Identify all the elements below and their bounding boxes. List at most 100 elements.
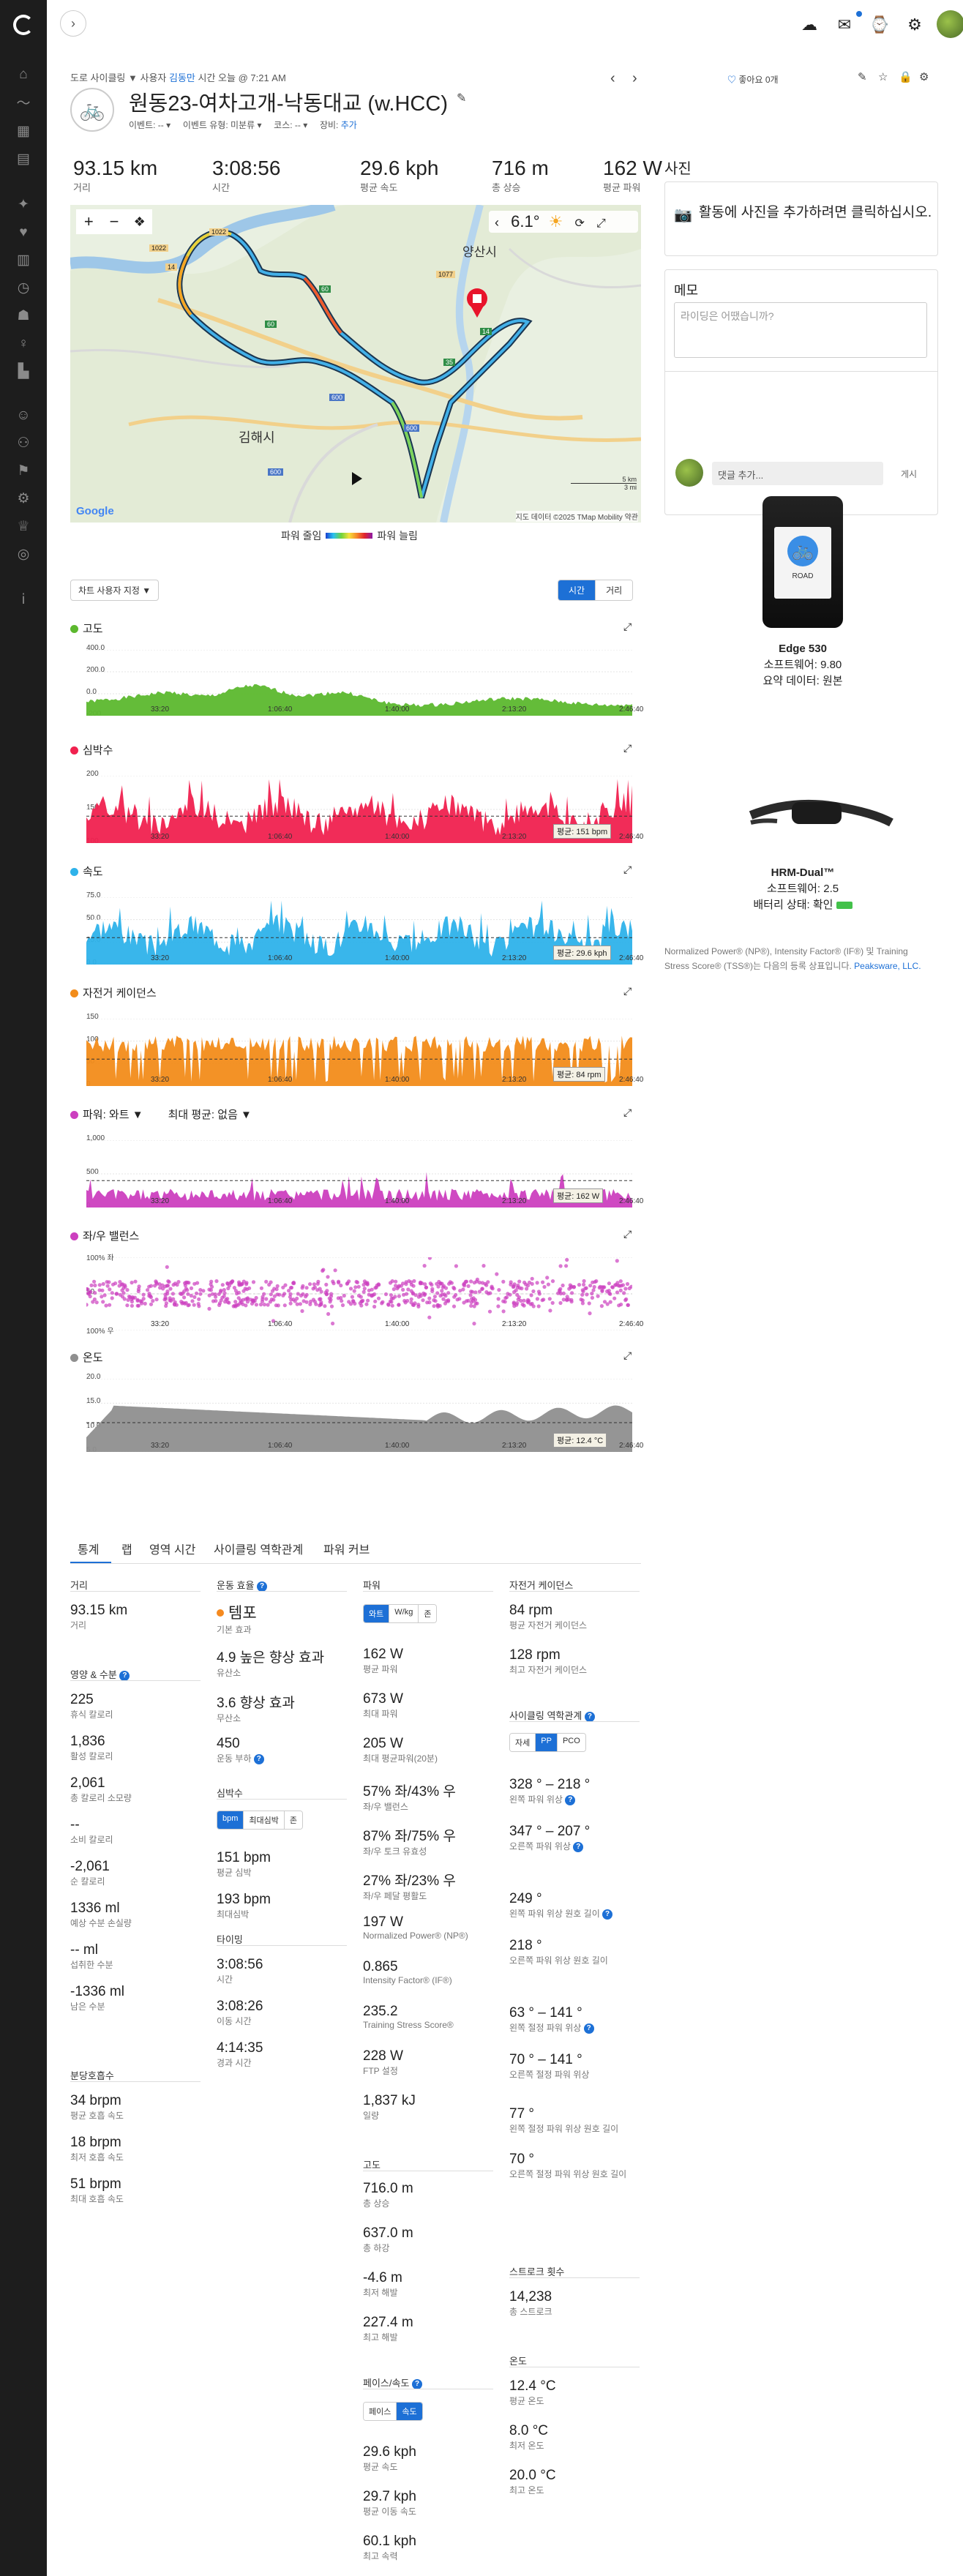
expand-chart-icon[interactable]: ⤢ <box>623 985 632 997</box>
chart-cadence[interactable]: 자전거 케이던스⤢15010050033:201:06:401:40:002:1… <box>70 985 643 1102</box>
help-icon[interactable]: ? <box>412 2379 423 2389</box>
customize-charts-dropdown[interactable]: 차트 사용자 지정 ▼ <box>70 580 160 601</box>
layers-icon[interactable]: ❖ <box>127 209 152 234</box>
badges-icon[interactable]: ⚙ <box>15 490 32 508</box>
help-icon[interactable]: ? <box>257 1581 268 1592</box>
insights-icon[interactable]: ♀ <box>15 335 32 353</box>
segment-button[interactable]: bpm <box>217 1811 244 1829</box>
chart-speed[interactable]: 속도⤢75.050.025.00.033:201:06:401:40:002:1… <box>70 864 643 981</box>
info-icon[interactable]: ⅰ <box>15 591 32 609</box>
chart-temperature[interactable]: 온도⤢20.015.010.05.033:201:06:401:40:002:1… <box>70 1349 643 1467</box>
chart-title-text[interactable]: 온도 <box>83 1352 103 1364</box>
help-icon[interactable]: ? <box>573 1842 584 1852</box>
tab-stats[interactable]: 통계 <box>78 1540 99 1557</box>
gear-icon[interactable]: ⚙ <box>919 70 929 83</box>
device2-name[interactable]: HRM-Dual™ <box>705 865 900 881</box>
reports-icon[interactable]: ▙ <box>15 363 32 381</box>
zoom-in-button[interactable]: + <box>76 209 102 234</box>
chart-title-text[interactable]: 자전거 케이던스 <box>83 987 157 1000</box>
distance-axis-button[interactable]: 거리 <box>596 580 633 600</box>
expand-chart-icon[interactable]: ⤢ <box>623 621 632 633</box>
segment-button[interactable]: PP <box>536 1734 558 1751</box>
memo-textarea[interactable]: 라이딩은 어땠습니까? <box>674 302 927 358</box>
connections-icon[interactable]: ☺ <box>15 407 32 424</box>
home-icon[interactable]: ⌂ <box>15 66 32 83</box>
tab-cycling-dynamics[interactable]: 사이클링 역학관계 <box>214 1540 303 1557</box>
chart-power[interactable]: 파워: 와트 ▼최대 평균: 없음 ▼⤢1,000500033:201:06:4… <box>70 1107 643 1224</box>
device-icon[interactable]: ⌚ <box>868 13 891 37</box>
user-name-link[interactable]: 김동만 <box>169 72 195 83</box>
device1-name[interactable]: Edge 530 <box>705 641 900 657</box>
training-icon[interactable]: ✦ <box>15 196 32 214</box>
chart-title-text[interactable]: 고도 <box>83 623 103 635</box>
map-attribution[interactable]: 지도 데이터 ©2025 TMap Mobility 약관 <box>515 511 638 522</box>
segment-button[interactable]: 자세 <box>510 1734 536 1751</box>
activity-type-dropdown[interactable]: 도로 사이클링 ▼ <box>70 72 138 83</box>
chart-heart[interactable]: 심박수⤢20015010033:201:06:401:40:002:13:202… <box>70 742 643 859</box>
lock-icon[interactable]: 🔒 <box>899 70 913 83</box>
newsfeed-icon[interactable]: ▤ <box>15 151 32 168</box>
chart-title-text[interactable]: 파워: 와트 ▼ <box>83 1109 143 1121</box>
chart-title-text[interactable]: 좌/우 밸런스 <box>83 1230 139 1243</box>
chart-title-text[interactable]: 심박수 <box>83 744 113 757</box>
gear-stats-icon[interactable]: ⚑ <box>15 463 32 480</box>
tab-power-curve[interactable]: 파워 커브 <box>323 1540 370 1557</box>
comment-input[interactable]: 댓글 추가... <box>712 462 883 485</box>
upload-icon[interactable]: ☁ <box>798 13 821 37</box>
segment-button[interactable]: W/kg <box>389 1605 419 1622</box>
timer-icon[interactable]: ◷ <box>15 280 32 297</box>
health-icon[interactable]: ♥ <box>15 224 32 242</box>
tab-time-in-zones[interactable]: 영역 시간 <box>149 1540 195 1557</box>
expand-chart-icon[interactable]: ⤢ <box>623 1107 632 1119</box>
inbox-icon[interactable]: ✉ <box>833 13 856 37</box>
segment-button[interactable]: 존 <box>419 1605 437 1622</box>
tab-laps[interactable]: 랩 <box>121 1540 132 1557</box>
fullscreen-icon[interactable]: ⤢ <box>596 217 606 230</box>
avatar[interactable] <box>937 10 963 38</box>
help-icon[interactable]: ? <box>565 1795 576 1805</box>
star-icon[interactable]: ☆ <box>878 70 888 83</box>
post-comment-button[interactable]: 게시 <box>901 468 917 480</box>
likes[interactable]: ♡ 좋아요 0개 <box>727 73 779 86</box>
help-icon[interactable]: ? <box>583 2023 594 2034</box>
play-icon[interactable] <box>352 472 362 485</box>
calendar-icon[interactable]: ▦ <box>15 123 32 141</box>
equipment-add-link[interactable]: 추가 <box>341 120 357 130</box>
chevron-left-icon[interactable]: ‹ <box>495 215 499 230</box>
event-type-dropdown[interactable]: 이벤트 유형: 미분류 <box>183 120 255 130</box>
help-icon[interactable]: ? <box>119 1671 130 1681</box>
refresh-icon[interactable]: ⟳ <box>575 217 585 230</box>
garmin-logo-icon[interactable] <box>13 15 34 35</box>
segment-button[interactable]: 와트 <box>364 1605 390 1622</box>
segment-button[interactable]: 존 <box>284 1811 303 1829</box>
stats-icon[interactable]: ▥ <box>15 252 32 269</box>
next-activity-icon[interactable]: › <box>632 70 637 87</box>
trophy-icon[interactable]: ♕ <box>15 518 32 536</box>
prev-activity-icon[interactable]: ‹ <box>610 70 615 87</box>
chart-plot[interactable] <box>86 1257 632 1330</box>
course-dropdown[interactable]: 코스: -- <box>274 120 301 130</box>
settings-icon[interactable]: ⚙ <box>903 13 926 37</box>
time-axis-button[interactable]: 시간 <box>558 580 596 600</box>
event-dropdown[interactable]: 이벤트: -- <box>129 120 164 130</box>
activity-title[interactable]: 원동23-여차고개-낙동대교 (w.HCC) <box>129 86 448 117</box>
segment-button[interactable]: 페이스 <box>364 2403 397 2420</box>
edit-title-icon[interactable]: ✎ <box>457 91 466 105</box>
chart-plot[interactable] <box>86 1379 632 1452</box>
peaksware-link[interactable]: Peaksware, LLC. <box>854 961 921 971</box>
chart-balance[interactable]: 좌/우 밸런스⤢100% 좌50100% 우33:201:06:401:40:0… <box>70 1228 643 1345</box>
edit-icon[interactable]: ✎ <box>858 70 867 83</box>
help-icon[interactable]: ? <box>584 1712 595 1722</box>
route-map[interactable]: + − ❖ ‹ 6.1° ☀ ⟳ ⤢ 양산시 김해시 1022 1077 102… <box>70 205 641 523</box>
target-icon[interactable]: ◎ <box>15 546 32 564</box>
segment-button[interactable]: 속도 <box>397 2403 422 2420</box>
zoom-out-button[interactable]: − <box>102 209 127 234</box>
expand-chart-icon[interactable]: ⤢ <box>623 1349 632 1362</box>
chart-subtitle[interactable]: 최대 평균: 없음 ▼ <box>168 1109 252 1121</box>
groups-icon[interactable]: ⚇ <box>15 435 32 452</box>
chart-elevation[interactable]: 고도⤢400.0200.00.0-20033:201:06:401:40:002… <box>70 621 643 738</box>
help-icon[interactable]: ? <box>253 1754 264 1764</box>
expand-chart-icon[interactable]: ⤢ <box>623 742 632 755</box>
chart-title-text[interactable]: 속도 <box>83 866 103 878</box>
expand-chart-icon[interactable]: ⤢ <box>623 864 632 876</box>
